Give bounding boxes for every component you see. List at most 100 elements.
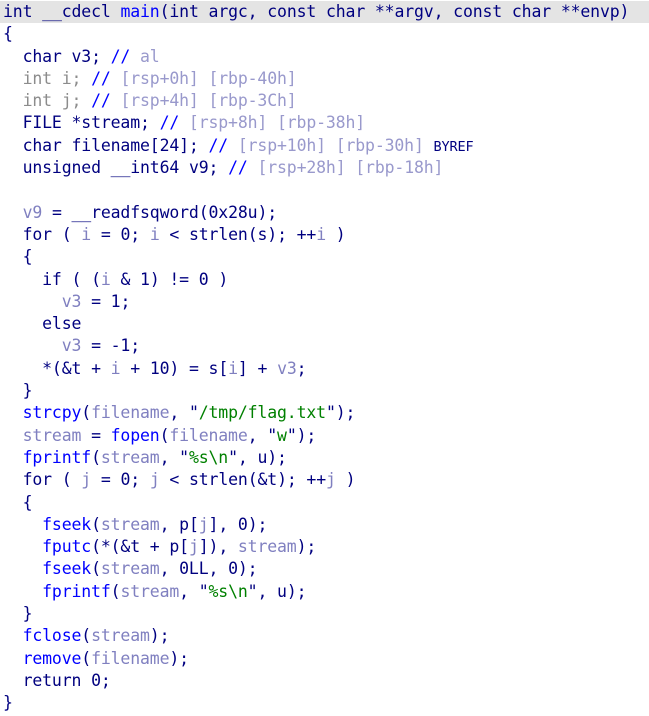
code-token[interactable]: + (120, 359, 149, 378)
code-token[interactable]: ( ( (62, 270, 102, 289)
code-token[interactable]: ); (267, 448, 287, 467)
code-token[interactable]: ( (199, 203, 209, 222)
code-token[interactable]: ( (91, 559, 101, 578)
code-token[interactable] (3, 470, 23, 489)
code-token[interactable]: ); (169, 649, 189, 668)
code-token[interactable]: if (42, 270, 62, 289)
code-token[interactable]: ( (248, 225, 258, 244)
code-token[interactable]: ) (209, 270, 228, 289)
code-token[interactable] (3, 203, 23, 222)
code-token[interactable]: 0 (228, 559, 238, 578)
code-token[interactable] (3, 649, 23, 668)
code-token[interactable]: return (23, 671, 82, 690)
code-line[interactable]: char v3; // al (0, 46, 649, 68)
code-token[interactable]: ; (130, 336, 140, 355)
code-token[interactable]: fprintf (42, 582, 111, 601)
code-token[interactable]: v3 (62, 292, 82, 311)
code-token[interactable]: = - (81, 336, 121, 355)
code-token[interactable]: fclose (23, 626, 82, 645)
code-line[interactable]: FILE *stream; // [rsp+8h] [rbp-38h] (0, 112, 649, 134)
code-token[interactable]: *(& (3, 359, 72, 378)
code-token[interactable]: for (23, 225, 53, 244)
code-token[interactable]: // (228, 158, 248, 177)
code-line[interactable]: fputc(*(&t + p[j]), stream); (0, 536, 649, 558)
code-token[interactable]: 0 (199, 270, 209, 289)
code-token[interactable]: [rsp+4h] [rbp-3Ch] (111, 91, 296, 110)
code-token[interactable]: v3 (277, 359, 297, 378)
code-token[interactable] (3, 515, 42, 534)
code-token[interactable]: 0 (120, 225, 130, 244)
code-token[interactable]: ); ++ (267, 225, 316, 244)
code-token[interactable]: ; (120, 292, 130, 311)
code-token[interactable]: ); (287, 582, 307, 601)
code-token[interactable]: filename (169, 426, 247, 445)
code-token[interactable]: [ (218, 359, 228, 378)
code-token[interactable]: 0x28u (209, 203, 258, 222)
code-token[interactable]: char (512, 2, 551, 21)
code-token[interactable]: BYREF (434, 139, 474, 155)
code-token[interactable]: + (81, 359, 110, 378)
code-token[interactable] (3, 225, 23, 244)
code-token[interactable]: strcpy (23, 403, 82, 422)
code-token[interactable]: { (3, 493, 33, 512)
code-token[interactable]: [rsp+28h] [rbp-18h] (248, 158, 443, 177)
code-token[interactable] (3, 314, 42, 333)
code-token[interactable]: const (267, 2, 316, 21)
code-token[interactable]: main (120, 2, 159, 21)
code-token[interactable] (3, 626, 23, 645)
code-token[interactable]: ]), (199, 537, 238, 556)
code-line[interactable]: } (0, 692, 649, 714)
code-token[interactable]: s (209, 359, 219, 378)
code-token[interactable]: ); (336, 403, 356, 422)
code-token[interactable]: ( (91, 515, 101, 534)
code-token[interactable]: ); (257, 203, 277, 222)
code-token[interactable]: " (199, 582, 209, 601)
code-token[interactable]: i (228, 359, 238, 378)
code-token[interactable]: " (248, 582, 258, 601)
code-token[interactable] (3, 671, 23, 690)
code-token[interactable]: [rsp+10h] [rbp-30h] (228, 136, 433, 155)
code-line[interactable]: } (0, 380, 649, 402)
code-line[interactable]: *(&t + i + 10) = s[i] + v3; (0, 358, 649, 380)
code-token[interactable]: filename (91, 649, 169, 668)
code-line[interactable] (0, 179, 649, 201)
code-token[interactable]: i (111, 359, 121, 378)
code-token[interactable]: strlen (189, 470, 248, 489)
code-token[interactable]: %s\n (189, 448, 228, 467)
code-line[interactable]: stream = fopen(filename, "w"); (0, 425, 649, 447)
code-token[interactable]: /tmp/flag.txt (199, 403, 326, 422)
code-line[interactable]: { (0, 23, 649, 45)
code-token[interactable]: < (160, 225, 189, 244)
code-token[interactable]: ); (238, 559, 258, 578)
code-line[interactable]: fprintf(stream, "%s\n", u); (0, 581, 649, 603)
code-token[interactable]: = (91, 470, 120, 489)
code-token[interactable] (3, 91, 23, 110)
code-token[interactable]: [ (189, 515, 199, 534)
code-token[interactable] (3, 69, 23, 88)
code-token[interactable]: // (91, 69, 111, 88)
code-token[interactable] (3, 336, 62, 355)
code-token[interactable]: (*(& (91, 537, 130, 556)
code-token[interactable]: for (23, 470, 53, 489)
code-token[interactable]: const (453, 2, 502, 21)
code-token[interactable]: ; (101, 671, 111, 690)
code-token[interactable] (3, 448, 23, 467)
code-token[interactable]: , (238, 448, 258, 467)
code-token[interactable]: < (160, 470, 189, 489)
code-token[interactable]: *stream; (62, 113, 160, 132)
code-token[interactable]: i (316, 225, 326, 244)
code-token[interactable]: char (23, 47, 62, 66)
code-token[interactable] (3, 47, 23, 66)
code-line[interactable]: char filename[24]; // [rsp+10h] [rbp-30h… (0, 135, 649, 157)
code-line[interactable]: { (0, 492, 649, 514)
code-token[interactable]: u (257, 448, 267, 467)
code-token[interactable] (3, 426, 23, 445)
code-line[interactable]: for ( i = 0; i < strlen(s); ++i ) (0, 224, 649, 246)
code-token[interactable]: v3; (62, 47, 111, 66)
code-token[interactable]: } (3, 693, 13, 712)
code-token[interactable]: ( (91, 448, 101, 467)
code-token[interactable]: // (209, 136, 229, 155)
code-token[interactable]: char (326, 2, 365, 21)
code-token[interactable]: = (42, 203, 71, 222)
code-token[interactable]: 10 (150, 359, 170, 378)
